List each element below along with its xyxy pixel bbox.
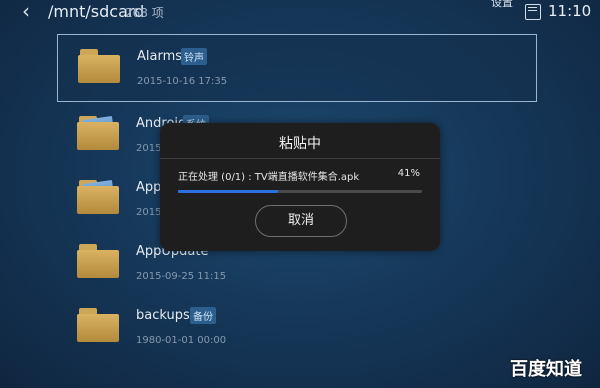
back-icon[interactable]: ‹ <box>22 0 30 22</box>
file-date: 2015-10-16 17:35 <box>137 76 228 87</box>
progress-bar <box>178 190 422 193</box>
progress-percent: 41% <box>397 168 420 179</box>
folder-icon <box>77 244 119 278</box>
file-name: backups <box>136 308 190 323</box>
list-item[interactable]: Alarms 铃声 2015-10-16 17:35 <box>57 34 537 102</box>
sdcard-icon <box>525 4 541 20</box>
file-date: 1980-01-01 00:00 <box>136 335 227 346</box>
notification-icon: 设置 <box>491 0 513 9</box>
watermark: 百度知道 <box>510 359 582 380</box>
file-date: 2015-09-25 11:15 <box>136 271 227 282</box>
folder-icon <box>77 179 119 214</box>
processing-text: 正在处理 (0/1) : TV端直播软件集合.apk <box>178 172 360 183</box>
paste-progress-dialog: 粘贴中 正在处理 (0/1) : TV端直播软件集合.apk 41% 取消 <box>160 123 440 251</box>
file-badge: 铃声 <box>181 48 207 65</box>
folder-icon <box>77 115 119 150</box>
progress-fill <box>178 190 279 193</box>
status-bar: ‹ /mnt/sdcard 268 项 设置 11:10 <box>0 0 600 26</box>
clock: 11:10 <box>548 2 592 20</box>
folder-icon <box>77 308 119 342</box>
folder-icon <box>78 49 120 83</box>
divider <box>160 158 440 159</box>
dialog-title: 粘贴中 <box>279 136 321 152</box>
cancel-button[interactable]: 取消 <box>255 205 347 237</box>
item-count: 268 项 <box>125 6 164 20</box>
file-badge: 备份 <box>190 307 216 324</box>
list-item[interactable]: backups 备份 1980-01-01 00:00 <box>57 294 537 358</box>
file-name: Alarms <box>137 49 183 64</box>
